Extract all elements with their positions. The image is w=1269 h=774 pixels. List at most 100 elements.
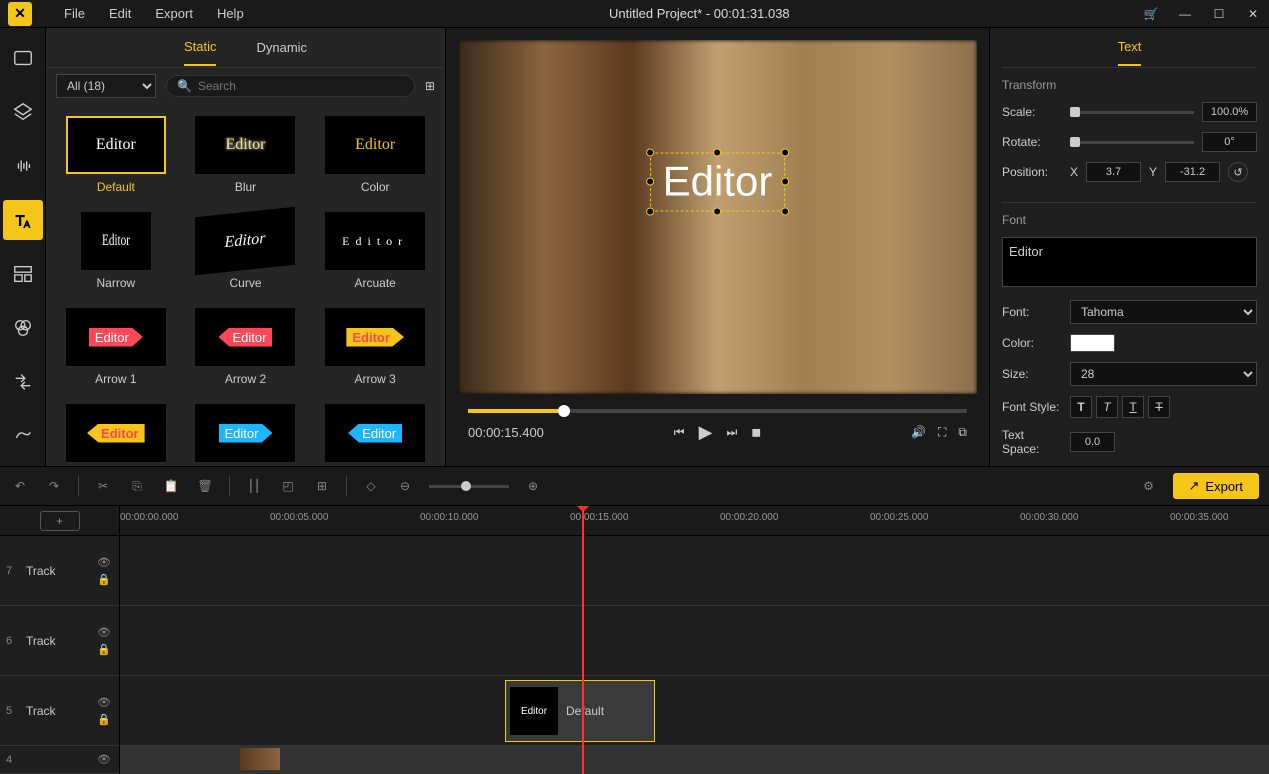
- tool-effects[interactable]: [3, 416, 43, 456]
- asset-item-default[interactable]: Editor Default: [56, 116, 176, 194]
- cart-icon[interactable]: 🛒: [1143, 7, 1159, 21]
- menu-edit[interactable]: Edit: [97, 6, 143, 21]
- position-y-input[interactable]: [1165, 162, 1220, 182]
- track-row-7[interactable]: [120, 536, 1269, 606]
- asset-item-color[interactable]: Editor Color: [315, 116, 435, 194]
- scale-input[interactable]: [1202, 102, 1257, 122]
- visibility-icon[interactable]: 👁: [97, 753, 111, 766]
- tool-filters[interactable]: [3, 308, 43, 348]
- media-clip-thumb[interactable]: [240, 748, 280, 770]
- visibility-icon[interactable]: 👁: [97, 626, 111, 639]
- progress-knob[interactable]: [558, 405, 570, 417]
- font-size-select[interactable]: 28: [1070, 362, 1257, 386]
- tab-text-properties[interactable]: Text: [1118, 29, 1142, 66]
- delete-button[interactable]: 🗑: [195, 479, 215, 493]
- lock-icon[interactable]: 🔒: [97, 643, 111, 656]
- track-content[interactable]: 00:00:00.000 00:00:05.000 00:00:10.000 0…: [120, 506, 1269, 774]
- export-button[interactable]: ↗ Export: [1173, 473, 1259, 499]
- tool-transitions[interactable]: [3, 362, 43, 402]
- minimize-button[interactable]: —: [1177, 7, 1193, 21]
- track-row-6[interactable]: [120, 606, 1269, 676]
- text-overlay[interactable]: Editor: [650, 152, 786, 211]
- timeline-ruler[interactable]: 00:00:00.000 00:00:05.000 00:00:10.000 0…: [120, 506, 1269, 536]
- tool-text[interactable]: TA: [3, 200, 43, 240]
- search-input[interactable]: [198, 79, 404, 93]
- track-header-6[interactable]: 6 Track 👁 🔒: [0, 606, 119, 676]
- italic-button[interactable]: T: [1096, 396, 1118, 418]
- lock-icon[interactable]: 🔒: [97, 713, 111, 726]
- cut-button[interactable]: ✂: [93, 479, 113, 493]
- resize-handle-ml[interactable]: [646, 178, 654, 186]
- asset-item-arrow-3[interactable]: Editor Arrow 3: [315, 308, 435, 386]
- asset-item-arrow-4[interactable]: Editor Arrow 4: [56, 404, 176, 466]
- asset-item-arrow-6[interactable]: Editor Arrow 6: [315, 404, 435, 466]
- resize-handle-bl[interactable]: [646, 207, 654, 215]
- aspect-icon[interactable]: ⛶: [938, 425, 946, 440]
- track-row-5[interactable]: Editor Default: [120, 676, 1269, 746]
- settings-icon[interactable]: ⚙: [1139, 479, 1159, 493]
- stop-button[interactable]: ◼: [751, 425, 761, 439]
- asset-item-arrow-1[interactable]: Editor Arrow 1: [56, 308, 176, 386]
- timeline-clip[interactable]: Editor Default: [505, 680, 655, 742]
- track-row-4[interactable]: [120, 746, 1269, 774]
- redo-button[interactable]: ↷: [44, 479, 64, 493]
- text-space-input[interactable]: [1070, 432, 1115, 452]
- split-button[interactable]: ⎮⎮: [244, 479, 264, 493]
- resize-handle-mr[interactable]: [781, 178, 789, 186]
- marker-button[interactable]: ◇: [361, 479, 381, 493]
- asset-item-arrow-2[interactable]: Editor Arrow 2: [186, 308, 306, 386]
- zoom-out-button[interactable]: ⊖: [395, 479, 415, 493]
- filter-dropdown[interactable]: All (18): [56, 74, 156, 98]
- bold-button[interactable]: T: [1070, 396, 1092, 418]
- reset-position-button[interactable]: ↺: [1228, 162, 1248, 182]
- track-header-4[interactable]: 4 👁: [0, 746, 119, 774]
- grid-view-icon[interactable]: ⊞: [425, 79, 435, 93]
- resize-handle-bm[interactable]: [714, 207, 722, 215]
- rotate-input[interactable]: [1202, 132, 1257, 152]
- playhead[interactable]: [582, 506, 584, 774]
- position-x-input[interactable]: [1086, 162, 1141, 182]
- add-track-button[interactable]: +: [40, 511, 80, 531]
- visibility-icon[interactable]: 👁: [97, 696, 111, 709]
- tool-media[interactable]: [3, 38, 43, 78]
- close-button[interactable]: ✕: [1245, 7, 1261, 21]
- maximize-button[interactable]: ☐: [1211, 7, 1227, 21]
- asset-item-narrow[interactable]: Editor Narrow: [56, 212, 176, 290]
- color-swatch[interactable]: [1070, 334, 1115, 352]
- underline-button[interactable]: T: [1122, 396, 1144, 418]
- asset-item-curve[interactable]: Editor Curve: [186, 212, 306, 290]
- preview-progress-bar[interactable]: [468, 409, 967, 413]
- resize-handle-tl[interactable]: [646, 148, 654, 156]
- tab-dynamic[interactable]: Dynamic: [256, 30, 307, 65]
- menu-help[interactable]: Help: [205, 6, 256, 21]
- scale-slider[interactable]: [1070, 111, 1194, 114]
- volume-icon[interactable]: 🔊: [911, 425, 926, 440]
- resize-handle-tm[interactable]: [714, 148, 722, 156]
- fullscreen-icon[interactable]: ⧉: [958, 425, 967, 440]
- next-frame-button[interactable]: ⏭: [726, 425, 737, 440]
- asset-item-blur[interactable]: Editor Blur: [186, 116, 306, 194]
- tool-audio[interactable]: [3, 146, 43, 186]
- menu-file[interactable]: File: [52, 6, 97, 21]
- zoom-slider[interactable]: [429, 485, 509, 488]
- menu-export[interactable]: Export: [143, 6, 205, 21]
- prev-frame-button[interactable]: ⏮: [674, 425, 685, 440]
- undo-button[interactable]: ↶: [10, 479, 30, 493]
- resize-handle-br[interactable]: [781, 207, 789, 215]
- preview-video[interactable]: Editor: [458, 40, 977, 394]
- crop-button[interactable]: ◰: [278, 479, 298, 493]
- tool-templates[interactable]: [3, 254, 43, 294]
- tool-layers[interactable]: [3, 92, 43, 132]
- asset-item-arcuate[interactable]: Editor Arcuate: [315, 212, 435, 290]
- tab-static[interactable]: Static: [184, 29, 217, 66]
- zoom-in-button[interactable]: ⊕: [523, 479, 543, 493]
- font-family-select[interactable]: Tahoma: [1070, 300, 1257, 324]
- play-button[interactable]: ▶: [699, 422, 713, 443]
- visibility-icon[interactable]: 👁: [97, 556, 111, 569]
- resize-handle-tr[interactable]: [781, 148, 789, 156]
- rotate-slider[interactable]: [1070, 141, 1194, 144]
- paste-button[interactable]: 📋: [161, 479, 181, 493]
- asset-item-arrow-5[interactable]: Editor Arrow 5: [186, 404, 306, 466]
- text-content-input[interactable]: Editor: [1002, 237, 1257, 287]
- lock-icon[interactable]: 🔒: [97, 573, 111, 586]
